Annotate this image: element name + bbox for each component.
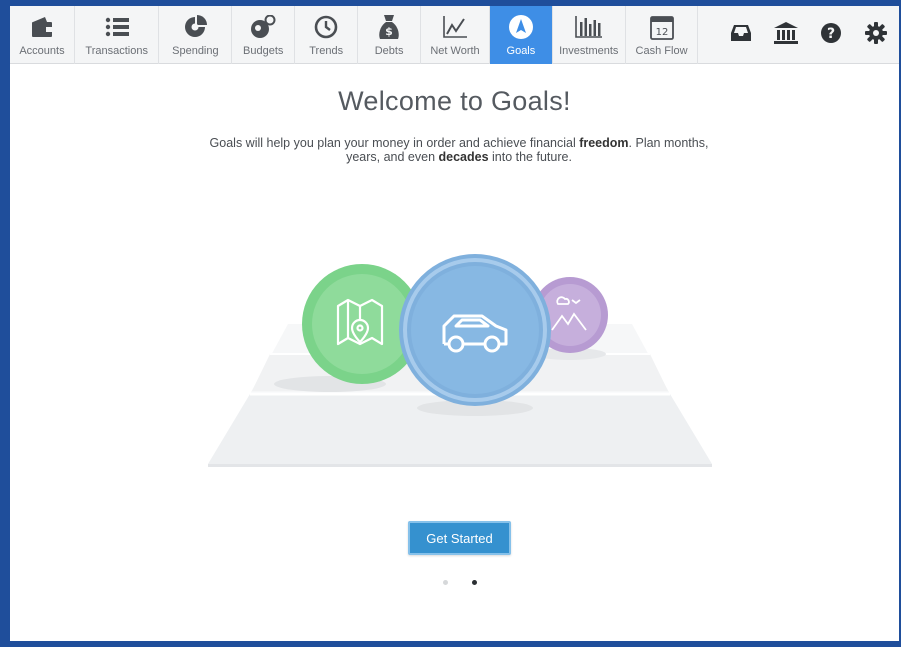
goals-illustration xyxy=(200,244,720,484)
nav-investments[interactable]: Investments xyxy=(553,6,626,64)
nav-debts[interactable]: $ Debts xyxy=(358,6,422,64)
help-icon: ? xyxy=(820,22,842,49)
nav-label: Cash Flow xyxy=(635,45,688,57)
car-goal-circle xyxy=(399,254,551,406)
gear-icon xyxy=(865,21,888,49)
calendar-day: 12 xyxy=(655,27,668,38)
nav-cash-flow[interactable]: 12 Cash Flow xyxy=(626,6,699,64)
wallet-icon xyxy=(30,14,54,40)
list-icon xyxy=(105,14,129,40)
bank-button[interactable] xyxy=(763,6,808,64)
inbox-icon xyxy=(730,24,752,47)
pie-chart-icon xyxy=(183,14,208,40)
nav-label: Trends xyxy=(309,45,344,57)
pager-dot-1[interactable] xyxy=(443,580,448,585)
goals-welcome: Welcome to Goals! Goals will help you pl… xyxy=(10,64,899,635)
inbox-button[interactable] xyxy=(718,6,763,64)
nav-trends[interactable]: Trends xyxy=(295,6,359,64)
nav-label: Budgets xyxy=(243,45,284,57)
nav-label: Transactions xyxy=(85,45,148,57)
top-nav: Accounts Transactions Spending Budgets T… xyxy=(10,6,899,64)
pager-dot-2[interactable] xyxy=(472,580,477,585)
bank-icon xyxy=(773,21,798,49)
page-title: Welcome to Goals! xyxy=(338,86,571,116)
settings-button[interactable] xyxy=(854,6,899,64)
nav-accounts[interactable]: Accounts xyxy=(10,6,75,64)
intro-text: Goals will help you plan your money in o… xyxy=(209,136,709,164)
nav-goals[interactable]: Goals xyxy=(489,6,553,64)
svg-text:$: $ xyxy=(385,25,393,38)
nav-transactions[interactable]: Transactions xyxy=(75,6,160,64)
nav-label: Goals xyxy=(506,45,536,57)
money-bag-icon: $ xyxy=(378,14,400,40)
nav-label: Spending xyxy=(172,45,219,57)
nav-label: Debts xyxy=(374,45,404,57)
pager xyxy=(440,580,480,590)
bar-chart-icon xyxy=(574,14,603,40)
nav-label: Net Worth xyxy=(430,45,480,57)
nav-label: Accounts xyxy=(19,45,65,57)
line-chart-icon xyxy=(442,14,468,40)
clock-icon xyxy=(314,14,338,40)
coins-icon xyxy=(250,14,276,40)
help-button[interactable]: ? xyxy=(809,6,854,64)
nav-label: Investments xyxy=(559,45,619,57)
svg-text:?: ? xyxy=(827,26,835,42)
nav-net-worth[interactable]: Net Worth xyxy=(421,6,490,64)
nav-budgets[interactable]: Budgets xyxy=(232,6,296,64)
get-started-button[interactable]: Get Started xyxy=(408,521,511,555)
compass-icon xyxy=(508,14,534,40)
calendar-icon: 12 xyxy=(649,14,674,40)
nav-spending[interactable]: Spending xyxy=(159,6,233,64)
